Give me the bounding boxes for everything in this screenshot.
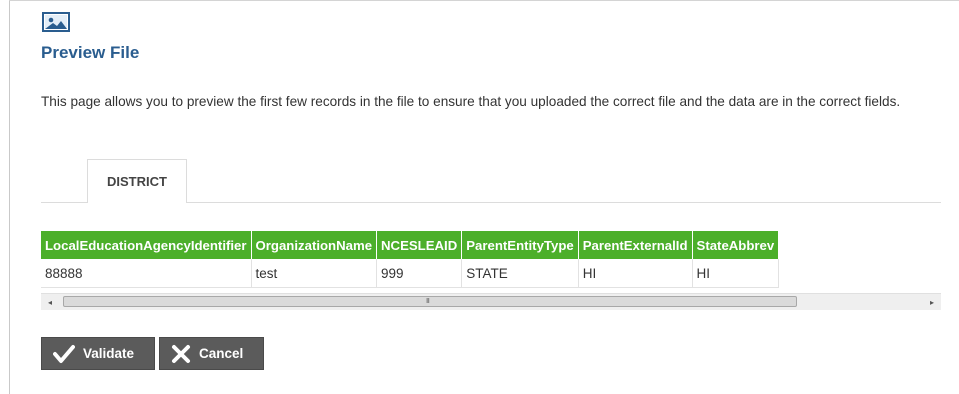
horizontal-scrollbar[interactable]: ◂ III ▸ (41, 293, 941, 310)
scroll-left-arrow-icon[interactable]: ◂ (43, 295, 57, 309)
table-cell: 88888 (41, 259, 252, 288)
preview-table: LocalEducationAgencyIdentifier Organizat… (41, 231, 780, 288)
table-cell: STATE (461, 259, 579, 288)
table-cell: HI (692, 259, 780, 288)
table-cell: test (251, 259, 378, 288)
table-header-row: LocalEducationAgencyIdentifier Organizat… (41, 231, 780, 259)
frame-border-left (9, 0, 10, 394)
frame-border-top (9, 0, 959, 1)
column-header[interactable]: LocalEducationAgencyIdentifier (41, 231, 252, 259)
tab-district[interactable]: DISTRICT (87, 159, 187, 203)
table-row: 88888 test 999 STATE HI HI (41, 259, 780, 288)
column-header[interactable]: NCESLEAID (376, 231, 463, 259)
scrollbar-grip: III (426, 298, 430, 305)
validate-button[interactable]: Validate (41, 337, 155, 370)
column-header[interactable]: OrganizationName (251, 231, 378, 259)
table-cell: HI (578, 259, 693, 288)
column-header[interactable]: StateAbbrev (692, 231, 780, 259)
table-cell: 999 (376, 259, 463, 288)
preview-grid: LocalEducationAgencyIdentifier Organizat… (41, 231, 941, 313)
column-header[interactable]: ParentExternalId (578, 231, 693, 259)
close-icon (172, 344, 190, 363)
page-description: This page allows you to preview the firs… (41, 94, 901, 109)
column-header[interactable]: ParentEntityType (461, 231, 579, 259)
scroll-right-arrow-icon[interactable]: ▸ (925, 295, 939, 309)
image-placeholder-icon (42, 12, 70, 32)
page-title: Preview File (41, 43, 140, 62)
cancel-label: Cancel (199, 346, 244, 361)
scrollbar-thumb[interactable]: III (63, 296, 797, 307)
check-icon (53, 344, 75, 363)
cancel-button[interactable]: Cancel (159, 337, 264, 370)
validate-label: Validate (83, 346, 135, 361)
